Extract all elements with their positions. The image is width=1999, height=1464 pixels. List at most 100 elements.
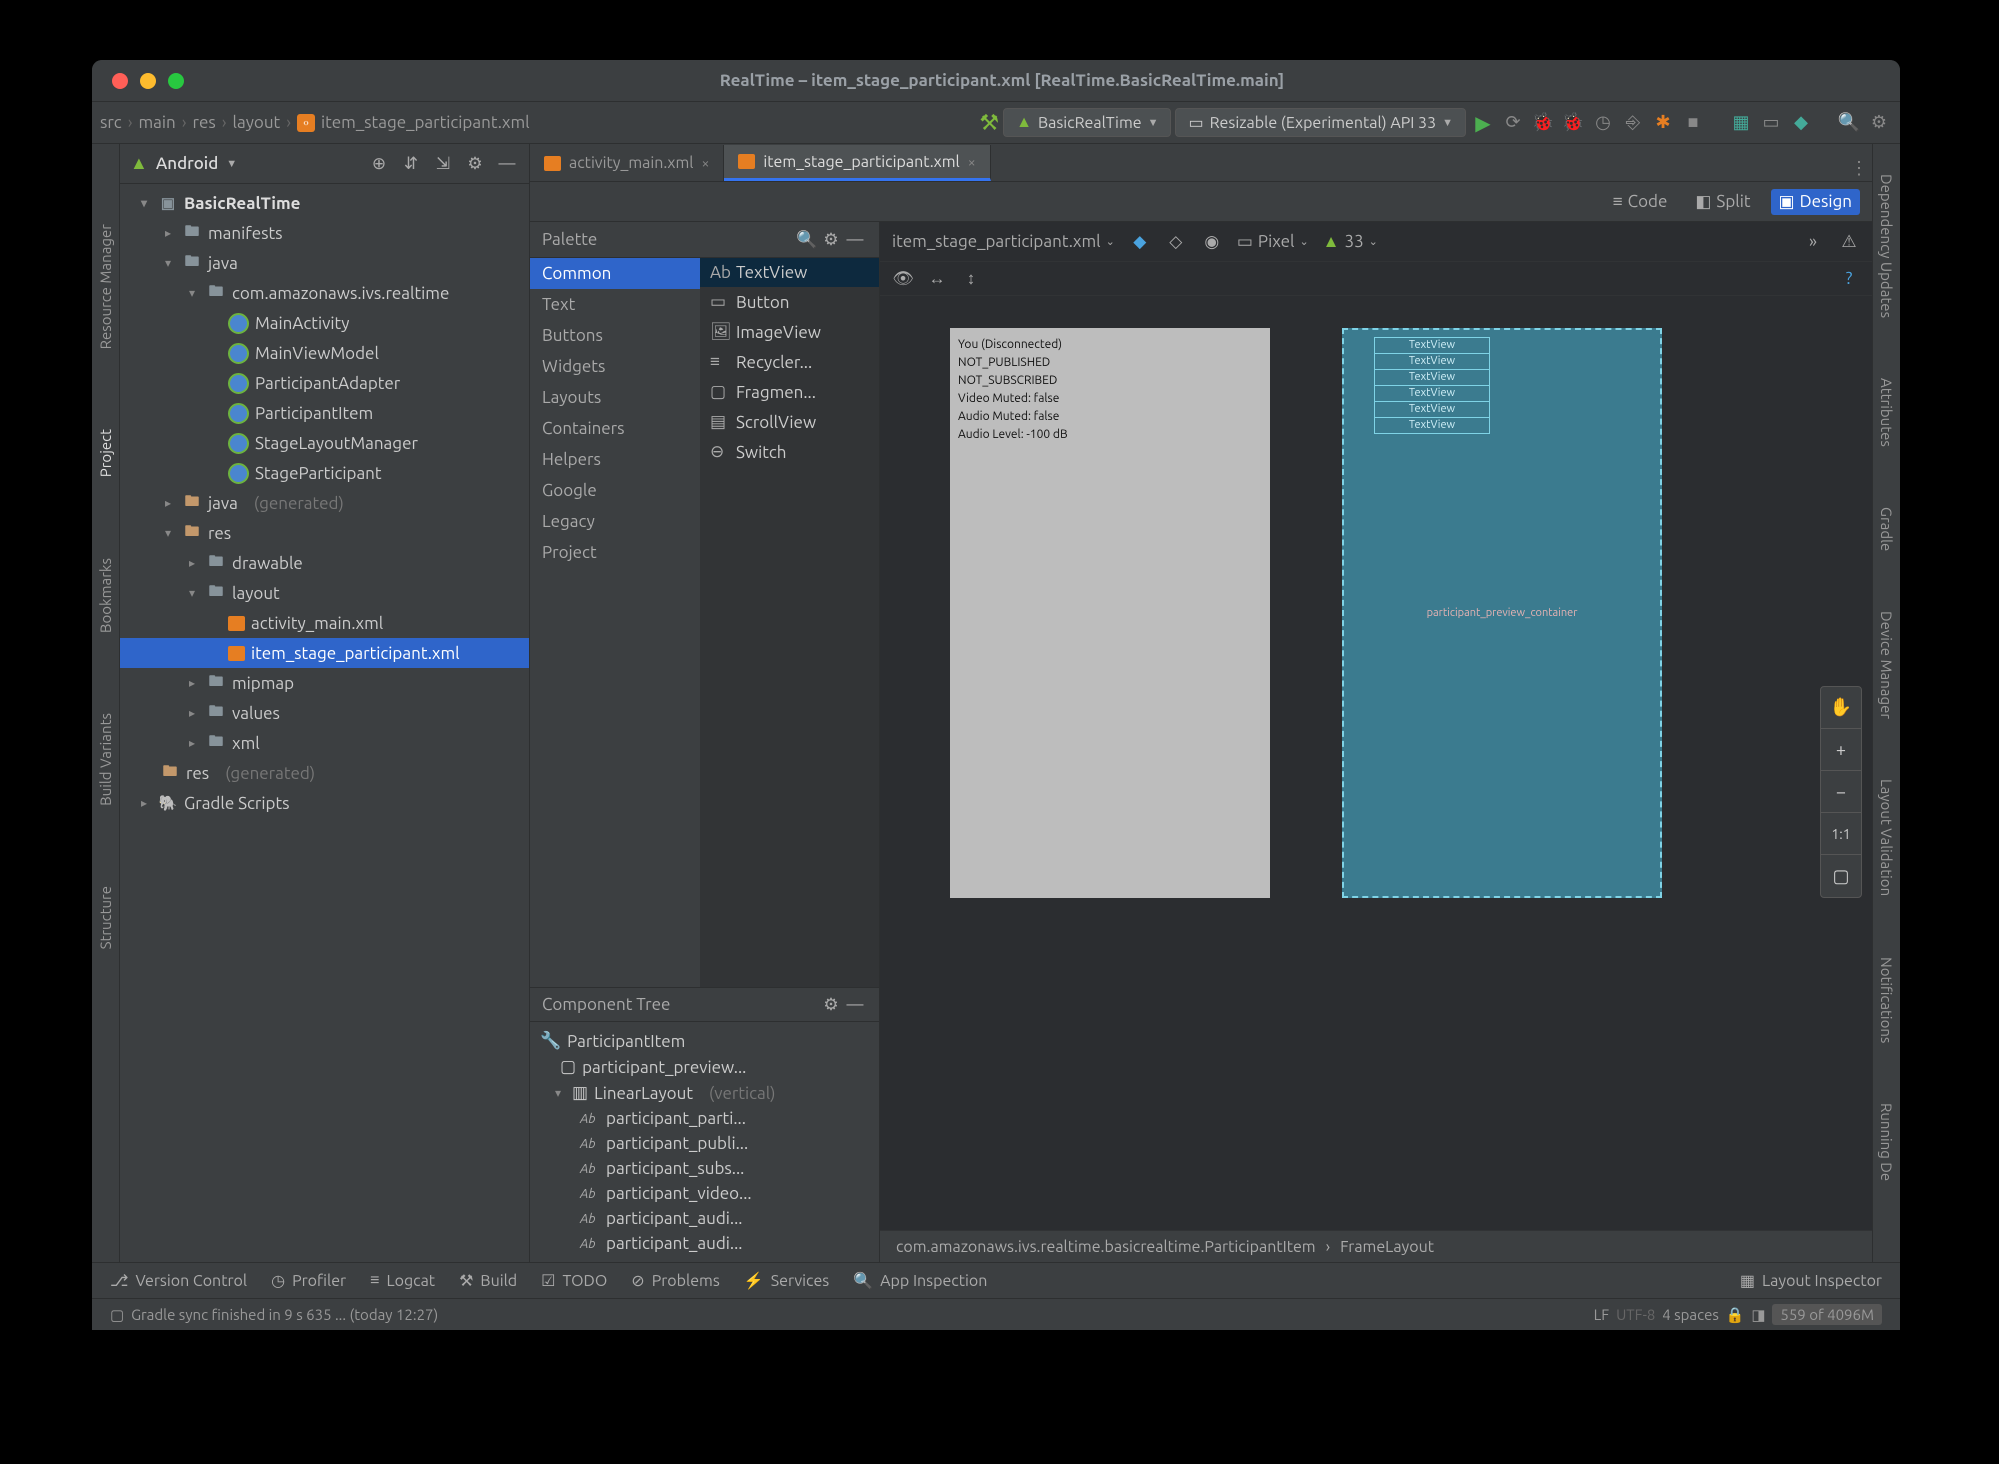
- build-icon[interactable]: ⚒: [979, 110, 999, 136]
- status-tool-icon[interactable]: ▢: [110, 1306, 124, 1324]
- palette-cat[interactable]: Legacy: [530, 506, 700, 537]
- tree-class[interactable]: MainViewModel: [120, 338, 529, 368]
- rail-dependency-updates[interactable]: Dependency Updates: [1878, 174, 1895, 318]
- expand-icon[interactable]: ⇲: [431, 152, 455, 176]
- help-icon[interactable]: ?: [1838, 269, 1860, 288]
- hide-icon[interactable]: —: [843, 228, 867, 252]
- close-tab-icon[interactable]: ×: [701, 155, 709, 171]
- gear-icon[interactable]: ⚙: [463, 152, 487, 176]
- tree-drawable[interactable]: ▸🖿drawable: [120, 548, 529, 578]
- tab-more-icon[interactable]: ⋮: [1846, 155, 1872, 181]
- status-line-ending[interactable]: LF: [1594, 1306, 1610, 1323]
- tree-res-gen[interactable]: 🖿res (generated): [120, 758, 529, 788]
- tree-root[interactable]: ▾▣BasicRealTime: [120, 188, 529, 218]
- bb-services[interactable]: ⚡Services: [744, 1271, 829, 1290]
- hide-icon[interactable]: —: [843, 993, 867, 1017]
- rail-bookmarks[interactable]: Bookmarks: [97, 558, 114, 633]
- palette-item[interactable]: ⊖Switch: [700, 437, 879, 467]
- project-tree[interactable]: ▾▣BasicRealTime ▸🖿manifests ▾🖿java ▾🖿com…: [120, 184, 529, 1262]
- run-config-selector[interactable]: ▲ BasicRealTime ▼: [1003, 108, 1171, 137]
- project-view-selector[interactable]: Android: [156, 154, 218, 173]
- palette-cat[interactable]: Widgets: [530, 351, 700, 382]
- ct-leaf[interactable]: Abparticipant_audi...: [530, 1206, 879, 1231]
- palette-cat[interactable]: Helpers: [530, 444, 700, 475]
- collapse-icon[interactable]: ⇵: [399, 152, 423, 176]
- palette-item[interactable]: ▭Button: [700, 287, 879, 317]
- status-memory[interactable]: 559 of 4096M: [1772, 1304, 1882, 1325]
- gear-icon[interactable]: ⚙: [819, 993, 843, 1017]
- tree-package[interactable]: ▾🖿com.amazonaws.ivs.realtime: [120, 278, 529, 308]
- locate-icon[interactable]: ⊕: [367, 152, 391, 176]
- blueprint-row[interactable]: TextView: [1374, 353, 1490, 370]
- blueprint-row[interactable]: TextView: [1374, 385, 1490, 402]
- palette-item[interactable]: ▤ScrollView: [700, 407, 879, 437]
- rail-layout-validation[interactable]: Layout Validation: [1878, 779, 1895, 896]
- gear-icon[interactable]: ⚙: [819, 228, 843, 252]
- avd-manager-icon[interactable]: ▦: [1728, 110, 1754, 136]
- apply-changes-icon[interactable]: ⟳: [1500, 110, 1526, 136]
- tab-item-stage-participant[interactable]: item_stage_participant.xml ×: [724, 145, 990, 181]
- tree-mipmap[interactable]: ▸🖿mipmap: [120, 668, 529, 698]
- palette-cat-common[interactable]: Common: [530, 258, 700, 289]
- ct-root[interactable]: 🔧ParticipantItem: [530, 1028, 879, 1054]
- tree-manifests[interactable]: ▸🖿manifests: [120, 218, 529, 248]
- breadcrumb-part[interactable]: layout: [233, 113, 281, 132]
- tree-layout-file[interactable]: activity_main.xml: [120, 608, 529, 638]
- run-button[interactable]: ▶: [1470, 110, 1496, 136]
- bb-app-inspection[interactable]: 🔍App Inspection: [853, 1271, 987, 1290]
- tree-java-gen[interactable]: ▸🖿java (generated): [120, 488, 529, 518]
- component-tree-body[interactable]: 🔧ParticipantItem ▢participant_preview...…: [530, 1022, 879, 1262]
- canvas-file-selector[interactable]: item_stage_participant.xml⌄: [892, 232, 1115, 251]
- settings-icon[interactable]: ⚙: [1866, 110, 1892, 136]
- rail-build-variants[interactable]: Build Variants: [97, 713, 114, 806]
- breadcrumb-part[interactable]: res: [193, 113, 216, 132]
- arrows-icon[interactable]: ↔: [926, 269, 948, 289]
- tree-class[interactable]: StageParticipant: [120, 458, 529, 488]
- debug-button[interactable]: 🐞: [1530, 110, 1556, 136]
- rail-resource-manager[interactable]: Resource Manager: [97, 224, 114, 349]
- palette-cat[interactable]: Google: [530, 475, 700, 506]
- tree-class[interactable]: MainActivity: [120, 308, 529, 338]
- zoom-11-button[interactable]: 1:1: [1821, 813, 1861, 855]
- updown-icon[interactable]: ↕: [960, 269, 982, 289]
- warning-icon[interactable]: ⚠: [1838, 232, 1860, 252]
- rail-structure[interactable]: Structure: [97, 886, 114, 949]
- bb-todo[interactable]: ☑TODO: [541, 1271, 607, 1290]
- rail-running-devices[interactable]: Running De: [1878, 1103, 1895, 1181]
- night-icon[interactable]: ◉: [1201, 232, 1223, 252]
- sdk-manager-icon[interactable]: ▭: [1758, 110, 1784, 136]
- android-profiler-icon[interactable]: ✱: [1650, 110, 1676, 136]
- bb-profiler[interactable]: ◷Profiler: [271, 1271, 346, 1290]
- breadcrumb-part[interactable]: src: [100, 113, 122, 132]
- ct-leaf[interactable]: Abparticipant_video...: [530, 1181, 879, 1206]
- tree-values[interactable]: ▸🖿values: [120, 698, 529, 728]
- ct-leaf[interactable]: Abparticipant_publi...: [530, 1131, 879, 1156]
- attach-debugger-icon[interactable]: ⎆: [1620, 110, 1646, 136]
- ct-linearlayout[interactable]: ▾▥LinearLayout (vertical): [530, 1080, 879, 1106]
- tree-gradle[interactable]: ▸🐘Gradle Scripts: [120, 788, 529, 818]
- pan-button[interactable]: ✋: [1821, 687, 1861, 729]
- rail-attributes[interactable]: Attributes: [1878, 378, 1895, 447]
- bb-logcat[interactable]: ≡Logcat: [370, 1271, 435, 1290]
- rail-gradle[interactable]: Gradle: [1878, 507, 1895, 551]
- rail-project[interactable]: Project: [97, 429, 114, 477]
- eye-icon[interactable]: 👁: [892, 269, 914, 289]
- surface-icon[interactable]: ◆: [1129, 232, 1151, 252]
- hide-icon[interactable]: —: [495, 152, 519, 176]
- blueprint-preview[interactable]: TextView TextView TextView TextView Text…: [1342, 328, 1662, 898]
- breadcrumb[interactable]: src› main› res› layout› ‹› item_stage_pa…: [100, 113, 530, 132]
- palette-cat[interactable]: Layouts: [530, 382, 700, 413]
- resource-icon[interactable]: ◆: [1788, 110, 1814, 136]
- ct-leaf[interactable]: Abparticipant_parti...: [530, 1106, 879, 1131]
- bb-version-control[interactable]: ⎇Version Control: [110, 1271, 247, 1290]
- zoom-in-button[interactable]: +: [1821, 729, 1861, 771]
- palette-item[interactable]: ▢Fragmen...: [700, 377, 879, 407]
- ct-leaf[interactable]: Abparticipant_audi...: [530, 1231, 879, 1256]
- bb-build[interactable]: ⚒Build: [459, 1271, 517, 1290]
- breadcrumb-part[interactable]: item_stage_participant.xml: [321, 113, 530, 132]
- device-selector[interactable]: ▭ Resizable (Experimental) API 33 ▼: [1175, 108, 1466, 137]
- tree-layout[interactable]: ▾🖿layout: [120, 578, 529, 608]
- tree-java[interactable]: ▾🖿java: [120, 248, 529, 278]
- profiler-icon[interactable]: ◷: [1590, 110, 1616, 136]
- canvas-surface[interactable]: You (Disconnected) NOT_PUBLISHED NOT_SUB…: [880, 296, 1872, 1230]
